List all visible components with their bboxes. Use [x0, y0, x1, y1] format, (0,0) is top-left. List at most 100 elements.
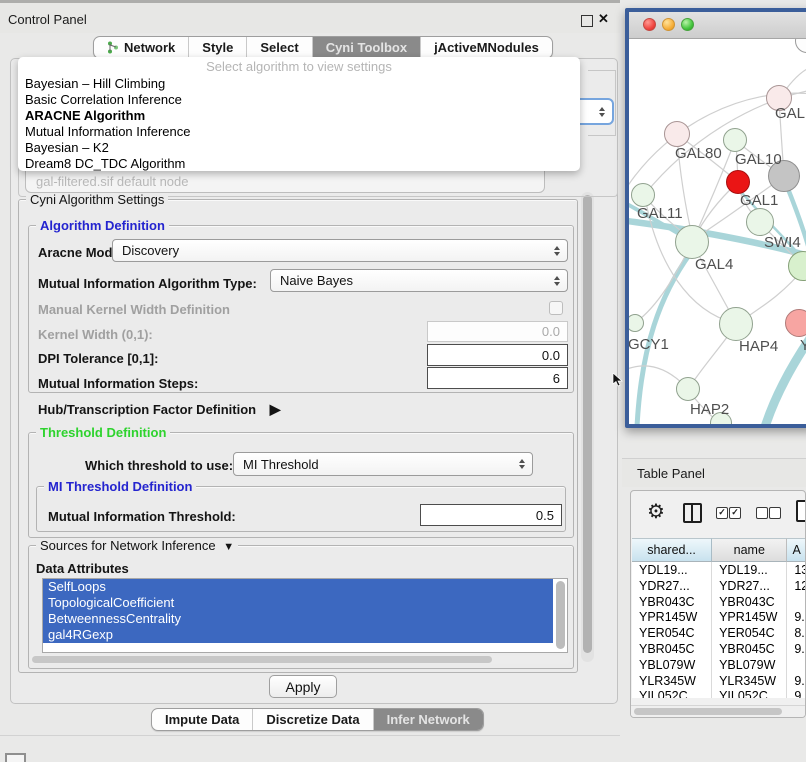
- checked-checkbox-icon[interactable]: ✓: [729, 507, 741, 519]
- table-cell[interactable]: 9.: [787, 641, 806, 657]
- chevron-right-icon[interactable]: ▶: [270, 401, 281, 417]
- table-cell[interactable]: YBL079W: [712, 657, 787, 673]
- dpi-tolerance-field[interactable]: 0.0: [427, 344, 568, 366]
- tab-jactivemnodules[interactable]: jActiveMNodules: [420, 37, 552, 58]
- table-cell[interactable]: YBR045C: [632, 641, 712, 657]
- network-node[interactable]: [631, 183, 655, 207]
- table-cell[interactable]: YLR345W: [632, 673, 712, 689]
- chevron-down-icon[interactable]: ▼: [223, 541, 234, 553]
- table-cell[interactable]: 13: [787, 562, 806, 578]
- tab-select[interactable]: Select: [246, 37, 311, 58]
- table-row[interactable]: YBR045CYBR045C9.: [632, 641, 806, 657]
- algorithm-option[interactable]: ARACNE Algorithm: [18, 108, 580, 124]
- attribute-list-item[interactable]: SelfLoops: [43, 579, 553, 595]
- table-cell[interactable]: 9.: [787, 688, 806, 698]
- table-cell[interactable]: YBL079W: [632, 657, 712, 673]
- settings-horizontal-scrollbar[interactable]: [30, 655, 570, 664]
- mi-threshold-field[interactable]: 0.5: [420, 504, 562, 526]
- table-cell[interactable]: YBR043C: [712, 594, 787, 610]
- attribute-list-item[interactable]: TopologicalCoefficient: [43, 595, 553, 611]
- sources-title[interactable]: Sources for Network Inference ▼: [36, 538, 238, 553]
- table-row[interactable]: YBL079WYBL079W: [632, 657, 806, 673]
- table-cell[interactable]: 9.: [787, 673, 806, 689]
- hub-definition-toggle[interactable]: Hub/Transcription Factor Definition ▶: [38, 401, 281, 418]
- settings-vertical-scrollbar[interactable]: [581, 192, 594, 662]
- close-traffic-light-icon[interactable]: [643, 18, 656, 31]
- table-cell[interactable]: YDR27...: [632, 578, 712, 594]
- table-cell[interactable]: YPR145W: [632, 609, 712, 625]
- table-cell[interactable]: YDL19...: [632, 562, 712, 578]
- zoom-traffic-light-icon[interactable]: [681, 18, 694, 31]
- network-node[interactable]: [785, 309, 806, 337]
- table-cell[interactable]: [787, 594, 806, 610]
- attribute-list-item[interactable]: BetweennessCentrality: [43, 611, 553, 627]
- table-cell[interactable]: YDL19...: [712, 562, 787, 578]
- gear-icon[interactable]: ⚙: [647, 499, 665, 524]
- tab-infer-network[interactable]: Infer Network: [373, 709, 483, 730]
- table-cell[interactable]: [787, 657, 806, 673]
- manual-kernel-width-checkbox[interactable]: [549, 301, 563, 315]
- minimize-traffic-light-icon[interactable]: [662, 18, 675, 31]
- table-row[interactable]: YIL052CYIL052C9.: [632, 688, 806, 698]
- file-icon[interactable]: [796, 500, 806, 522]
- algorithm-option[interactable]: Bayesian – Hill Climbing: [18, 76, 580, 92]
- unchecked-checkbox-icon[interactable]: [769, 507, 781, 519]
- checked-checkbox-icon[interactable]: ✓: [716, 507, 728, 519]
- network-selector-combo[interactable]: gal-filtered.sif default node: [25, 170, 545, 193]
- mi-steps-field[interactable]: 6: [427, 367, 568, 389]
- table-horizontal-scrollbar[interactable]: [631, 705, 806, 717]
- network-node[interactable]: [675, 225, 709, 259]
- aracne-mode-combo[interactable]: Discovery: [112, 239, 568, 262]
- network-node[interactable]: [676, 377, 700, 401]
- table-row[interactable]: YDL19...YDL19...13: [632, 562, 806, 578]
- table-cell[interactable]: YER054C: [712, 625, 787, 641]
- network-node[interactable]: [719, 307, 753, 341]
- network-node[interactable]: [664, 121, 690, 147]
- table-cell[interactable]: YDR27...: [712, 578, 787, 594]
- data-attributes-list[interactable]: SelfLoopsTopologicalCoefficientBetweenne…: [42, 578, 568, 653]
- table-row[interactable]: YPR145WYPR145W9.: [632, 609, 806, 625]
- table-row[interactable]: YER054CYER054C8.: [632, 625, 806, 641]
- tab-style[interactable]: Style: [188, 37, 246, 58]
- algorithm-option[interactable]: Bayesian – K2: [18, 140, 580, 156]
- column-header-partial[interactable]: A: [787, 538, 806, 562]
- float-panel-icon[interactable]: [581, 15, 593, 27]
- network-node[interactable]: [723, 128, 747, 152]
- network-node[interactable]: [726, 170, 750, 194]
- table-cell[interactable]: YLR345W: [712, 673, 787, 689]
- algorithm-option[interactable]: Mutual Information Inference: [18, 124, 580, 140]
- table-cell[interactable]: YBR045C: [712, 641, 787, 657]
- table-cell[interactable]: 9.: [787, 609, 806, 625]
- table-cell[interactable]: YIL052C: [632, 688, 712, 698]
- network-view-window[interactable]: GALGAL80GAL10GAL1GAL11SWI4GAL4GCY1HAP4YH…: [625, 8, 806, 428]
- column-header-name[interactable]: name: [712, 538, 787, 562]
- tab-network[interactable]: Network: [94, 37, 188, 58]
- tab-cyni-toolbox[interactable]: Cyni Toolbox: [312, 37, 420, 58]
- docked-panel-icon[interactable]: [5, 753, 26, 762]
- mi-algorithm-type-combo[interactable]: Naive Bayes: [270, 269, 568, 292]
- table-cell[interactable]: YPR145W: [712, 609, 787, 625]
- table-cell[interactable]: YBR043C: [632, 594, 712, 610]
- algorithm-option[interactable]: Basic Correlation Inference: [18, 92, 580, 108]
- table-cell[interactable]: YER054C: [632, 625, 712, 641]
- table-row[interactable]: YBR043CYBR043C: [632, 594, 806, 610]
- column-header-shared-name[interactable]: shared...: [632, 538, 712, 562]
- kernel-width-field[interactable]: 0.0: [427, 321, 568, 342]
- table-cell[interactable]: 8.: [787, 625, 806, 641]
- table-cell[interactable]: 12: [787, 578, 806, 594]
- table-row[interactable]: YDR27...YDR27...12: [632, 578, 806, 594]
- apply-button[interactable]: Apply: [269, 675, 337, 698]
- table-cell[interactable]: YIL052C: [712, 688, 787, 698]
- table-body[interactable]: YDL19...YDL19...13YDR27...YDR27...12YBR0…: [632, 562, 806, 698]
- algorithm-option[interactable]: Dream8 DC_TDC Algorithm: [18, 156, 580, 171]
- network-node[interactable]: [746, 208, 774, 236]
- attributes-scrollbar[interactable]: [556, 581, 565, 649]
- attribute-list-item[interactable]: gal4RGexp: [43, 627, 553, 643]
- which-threshold-combo[interactable]: MI Threshold: [233, 452, 533, 476]
- network-canvas[interactable]: GALGAL80GAL10GAL1GAL11SWI4GAL4GCY1HAP4YH…: [629, 39, 806, 424]
- unchecked-checkbox-icon[interactable]: [756, 507, 768, 519]
- tab-discretize-data[interactable]: Discretize Data: [252, 709, 372, 730]
- column-layout-icon[interactable]: [683, 503, 702, 523]
- close-icon[interactable]: ✕: [598, 11, 609, 27]
- table-row[interactable]: YLR345WYLR345W9.: [632, 673, 806, 689]
